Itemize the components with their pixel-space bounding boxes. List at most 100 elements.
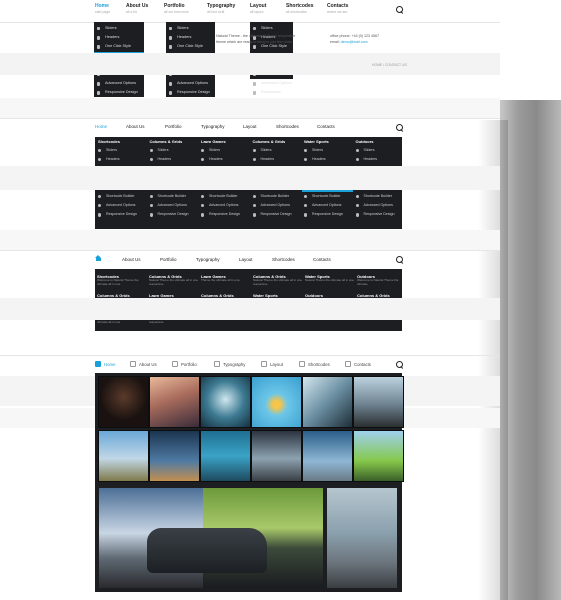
nav-item-portfolio[interactable]: Portfolio all our best work bbox=[164, 4, 189, 15]
tab-portfolio[interactable]: Portfolio bbox=[160, 257, 177, 262]
search-icon[interactable] bbox=[396, 256, 404, 264]
businessman-city-photo[interactable] bbox=[327, 488, 397, 588]
menu-item-responsive-design[interactable]: Responsive Design bbox=[251, 210, 302, 219]
menu-item-sliders[interactable]: Sliders bbox=[96, 146, 147, 155]
menu-group[interactable]: Outdoors Welcome to Natural Theme the ult… bbox=[357, 274, 407, 286]
smartphone-photo[interactable] bbox=[302, 376, 353, 428]
menu-item-shortcode-builder[interactable]: Shortcode Builder bbox=[96, 192, 147, 201]
menu-item-headers[interactable]: Headers bbox=[96, 155, 147, 164]
menu-group-description: Natural Theme the ultimate all in one re… bbox=[253, 278, 302, 286]
menu-item-advanced-options[interactable]: Advanced Options bbox=[354, 201, 405, 210]
menu-item-headers[interactable]: Headers bbox=[251, 155, 302, 164]
menu-item-label: Advanced Options bbox=[106, 203, 136, 208]
menu-item-headers[interactable]: Headers bbox=[302, 155, 353, 164]
menu-item-advanced-options[interactable]: Advanced Options bbox=[94, 79, 144, 88]
menu-item-advanced-options[interactable]: Advanced Options bbox=[96, 201, 147, 210]
tab-layout[interactable]: Layout bbox=[270, 362, 283, 367]
menu-item-responsive-design[interactable]: Responsive Design bbox=[94, 88, 144, 97]
menu-group[interactable]: Lawn GamesTheme the ultimate all in one bbox=[201, 274, 251, 283]
nav-item-shortcodes[interactable]: Shortcodes all shortcodes bbox=[286, 4, 314, 15]
menu-item-one-click-style[interactable]: One Click Style bbox=[94, 42, 144, 51]
sports-car-photo[interactable] bbox=[353, 376, 404, 428]
menu-item-shortcode-builder[interactable]: Shortcode Builder bbox=[148, 192, 199, 201]
menu-group[interactable]: ShortcodesWelcome to Natural Theme the u… bbox=[97, 274, 147, 286]
menu-item-shortcode-builder[interactable]: Shortcode Builder bbox=[199, 192, 250, 201]
search-icon[interactable] bbox=[396, 361, 404, 369]
menu-item-shortcode-builder[interactable]: Shortcode Builder bbox=[251, 192, 302, 201]
search-icon[interactable] bbox=[396, 6, 404, 14]
green-car-photo[interactable] bbox=[353, 430, 404, 482]
tab-home[interactable]: Home bbox=[104, 362, 115, 367]
menu-item-label: Headers bbox=[312, 157, 326, 162]
menu-item-sliders[interactable]: Sliders bbox=[302, 146, 353, 155]
menu-item-responsive-design[interactable]: Responsive Design bbox=[166, 88, 215, 97]
menu-item-headers[interactable]: Headers bbox=[166, 33, 215, 42]
email-link[interactable]: demo@mail.com bbox=[341, 40, 368, 44]
menu-item-responsive-design[interactable]: Responsive Design bbox=[199, 210, 250, 219]
menu-item-sliders[interactable]: Sliders bbox=[199, 146, 250, 155]
menu-item-advanced-options[interactable]: Advanced Options bbox=[250, 79, 293, 88]
dark-bird-photo[interactable] bbox=[98, 376, 149, 428]
tab-typography[interactable]: Typography bbox=[196, 257, 220, 262]
tab-portfolio[interactable]: Portfolio bbox=[181, 362, 197, 367]
menu-item-sliders[interactable]: Sliders bbox=[251, 146, 302, 155]
menu-item-shortcode-builder[interactable]: Shortcode Builder bbox=[354, 192, 405, 201]
city-sunset-photo[interactable] bbox=[149, 376, 200, 428]
runner-photo[interactable] bbox=[149, 430, 200, 482]
menu-item-responsive-design[interactable]: Responsive Design bbox=[148, 210, 199, 219]
tab-typography[interactable]: Typography bbox=[201, 124, 225, 129]
menu-item-responsive-design[interactable]: Responsive Design bbox=[96, 210, 147, 219]
burger-photo[interactable] bbox=[251, 376, 302, 428]
menu-item-advanced-options[interactable]: Advanced Options bbox=[302, 201, 353, 210]
menu-item-headers[interactable]: Headers bbox=[354, 155, 405, 164]
tab-typography[interactable]: Typography bbox=[223, 362, 245, 367]
menu-item-shortcode-builder[interactable]: Shortcode Builder bbox=[302, 192, 353, 201]
responsive-design-icon bbox=[149, 213, 153, 217]
tab-layout[interactable]: Layout bbox=[239, 257, 253, 262]
tab-about-us[interactable]: About Us bbox=[126, 124, 145, 129]
menu-group[interactable]: Columns & GridsNatural Theme the ultimat… bbox=[253, 274, 303, 286]
nav-item-about[interactable]: About Us all a bit bbox=[126, 4, 148, 15]
tab-shortcodes[interactable]: Shortcodes bbox=[308, 362, 330, 367]
menu-item-sliders[interactable]: Sliders bbox=[148, 146, 199, 155]
menu-item-sliders[interactable]: Sliders bbox=[94, 24, 144, 33]
menu-item-responsive-design[interactable]: Responsive Design bbox=[250, 88, 293, 103]
gun-photo[interactable] bbox=[251, 430, 302, 482]
office-building-photo[interactable] bbox=[200, 430, 251, 482]
nav-item-home[interactable]: Home start page bbox=[95, 4, 110, 15]
menu-item-one-click-style[interactable]: One Click Style bbox=[166, 42, 215, 51]
tab-layout[interactable]: Layout bbox=[243, 124, 257, 129]
menu-item-headers[interactable]: Headers bbox=[94, 33, 144, 42]
menu-item-advanced-options[interactable]: Advanced Options bbox=[148, 201, 199, 210]
menu-item-advanced-options[interactable]: Advanced Options bbox=[251, 201, 302, 210]
menu-item-sliders[interactable]: Sliders bbox=[354, 146, 405, 155]
menu-item-sliders[interactable]: Sliders bbox=[250, 24, 293, 33]
tab-portfolio[interactable]: Portfolio bbox=[165, 124, 182, 129]
menu-item-responsive-design[interactable]: Responsive Design bbox=[302, 210, 353, 219]
menu-item-sliders[interactable]: Sliders bbox=[166, 24, 215, 33]
jet-plane-photo[interactable] bbox=[302, 430, 353, 482]
menu-item-headers[interactable]: Headers bbox=[148, 155, 199, 164]
tab-home[interactable]: Home bbox=[95, 124, 107, 129]
menu-item-responsive-design[interactable]: Responsive Design bbox=[354, 210, 405, 219]
tab-shortcodes[interactable]: Shortcodes bbox=[272, 257, 295, 262]
one-click-style-icon bbox=[169, 45, 173, 49]
menu-group[interactable]: Columns & GridsNatural Theme the ultimat… bbox=[149, 274, 199, 286]
nav-item-layout[interactable]: Layout all layout bbox=[250, 4, 266, 15]
tab-about-us[interactable]: About Us bbox=[139, 362, 157, 367]
search-icon[interactable] bbox=[396, 124, 404, 132]
tab-contacts[interactable]: Contacts bbox=[317, 124, 335, 129]
nav-item-contacts[interactable]: Contacts where we are bbox=[327, 4, 348, 15]
menu-item-advanced-options[interactable]: Advanced Options bbox=[166, 79, 215, 88]
chandelier-photo[interactable] bbox=[200, 376, 251, 428]
menu-group[interactable]: Water Sports Natural Theme the ultimate a… bbox=[305, 274, 355, 283]
menu-item-label: Sliders bbox=[260, 148, 272, 152]
helicopter-photo[interactable] bbox=[98, 430, 149, 482]
tab-contacts[interactable]: Contacts bbox=[313, 257, 331, 262]
tab-contacts[interactable]: Contacts bbox=[354, 362, 371, 367]
menu-item-headers[interactable]: Headers bbox=[199, 155, 250, 164]
nav-item-typography[interactable]: Typography all font stuff bbox=[207, 4, 235, 15]
tab-about-us[interactable]: About Us bbox=[122, 257, 141, 262]
tab-shortcodes[interactable]: Shortcodes bbox=[276, 124, 299, 129]
menu-item-advanced-options[interactable]: Advanced Options bbox=[199, 201, 250, 210]
